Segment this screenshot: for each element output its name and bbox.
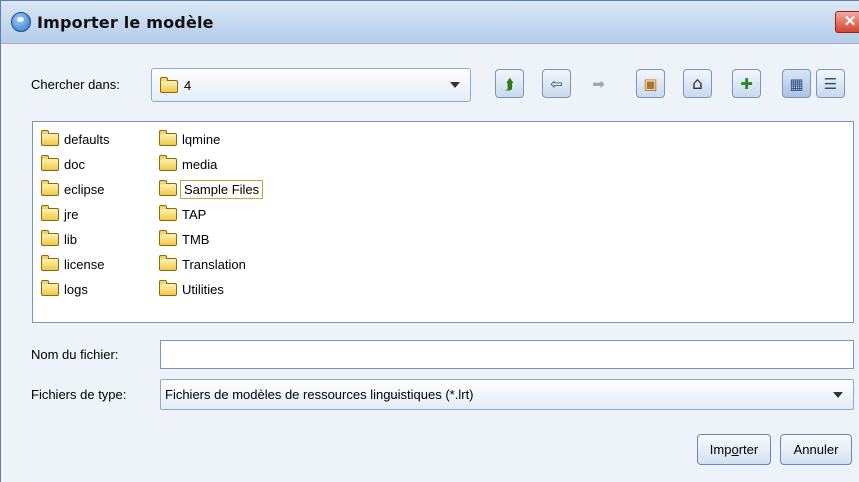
details-view-button[interactable]: ☰ [816, 69, 845, 98]
home-icon: ⌂ [692, 73, 703, 94]
home-button[interactable]: ⌂ [683, 69, 712, 98]
list-item[interactable]: logs [41, 280, 88, 300]
folder-icon [159, 180, 177, 197]
up-folder-button[interactable]: ⮭ [495, 69, 524, 98]
filename-label: Nom du fichier: [31, 347, 119, 362]
back-button[interactable]: ⇦ [542, 69, 571, 98]
forward-button[interactable]: ➡ [584, 69, 613, 98]
list-item[interactable]: license [41, 255, 104, 275]
import-model-dialog: Importer le modèle ✕ Chercher dans: 4 ⮭ … [0, 0, 859, 482]
folder-icon [41, 255, 59, 272]
list-item-selected[interactable]: Sample Files [159, 180, 264, 200]
folder-icon [41, 280, 59, 297]
file-list[interactable]: defaults doc eclipse jre lib license log… [32, 121, 854, 323]
folder-icon [160, 77, 178, 93]
filetype-select[interactable]: Fichiers de modèles de ressources lingui… [160, 379, 854, 410]
cancel-button[interactable]: Annuler [780, 434, 852, 465]
list-item[interactable]: Utilities [159, 280, 224, 300]
folder-icon [159, 130, 177, 147]
dialog-title: Importer le modèle [37, 13, 214, 32]
list-item[interactable]: defaults [41, 130, 110, 150]
up-folder-icon: ⮭ [505, 74, 514, 93]
list-item[interactable]: TMB [159, 230, 209, 250]
desktop-icon: ▣ [643, 74, 658, 93]
folder-icon [41, 230, 59, 247]
folder-icon [159, 230, 177, 247]
look-in-combo[interactable]: 4 [151, 68, 471, 102]
app-icon [11, 12, 31, 32]
close-icon[interactable]: ✕ [835, 11, 859, 33]
filetype-value: Fichiers de modèles de ressources lingui… [165, 387, 474, 402]
folder-icon [41, 155, 59, 172]
list-item[interactable]: media [159, 155, 217, 175]
folder-icon [41, 180, 59, 197]
list-view-icon: ▦ [789, 74, 804, 93]
title-bar[interactable]: Importer le modèle ✕ [1, 1, 859, 44]
folder-icon [159, 155, 177, 172]
new-folder-button[interactable]: ✚ [732, 69, 761, 98]
folder-icon [159, 205, 177, 222]
list-view-button[interactable]: ▦ [782, 69, 811, 98]
list-item[interactable]: doc [41, 155, 85, 175]
desktop-button[interactable]: ▣ [636, 69, 665, 98]
folder-icon [159, 280, 177, 297]
import-button[interactable]: Importer [697, 434, 771, 465]
folder-icon [41, 130, 59, 147]
list-item[interactable]: jre [41, 205, 78, 225]
list-item[interactable]: lqmine [159, 130, 220, 150]
look-in-value: 4 [184, 78, 192, 93]
list-item[interactable]: TAP [159, 205, 206, 225]
list-item[interactable]: lib [41, 230, 77, 250]
folder-icon [41, 205, 59, 222]
forward-icon: ➡ [592, 74, 605, 93]
new-folder-icon: ✚ [740, 74, 753, 93]
back-icon: ⇦ [550, 74, 563, 93]
chevron-down-icon[interactable] [450, 82, 460, 88]
filename-input[interactable] [160, 340, 854, 369]
list-item[interactable]: Translation [159, 255, 246, 275]
details-view-icon: ☰ [823, 74, 838, 93]
chevron-down-icon[interactable] [833, 391, 843, 398]
filetype-label: Fichiers de type: [31, 387, 127, 402]
list-item[interactable]: eclipse [41, 180, 104, 200]
folder-icon [159, 255, 177, 272]
look-in-label: Chercher dans: [31, 77, 120, 92]
